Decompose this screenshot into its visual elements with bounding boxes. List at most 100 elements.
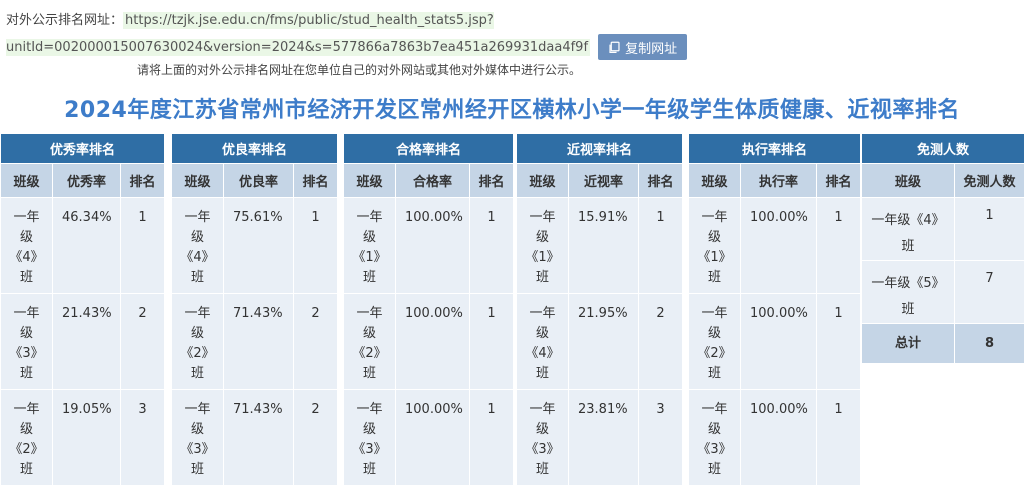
rank-cell: 2	[119, 293, 166, 390]
rate-cell: 100.00%	[740, 389, 817, 486]
column-header: 近视率	[568, 163, 639, 198]
table-row: 一年级《4》班 46.34% 1	[0, 197, 166, 294]
column-header: 班级	[861, 163, 955, 198]
rank-cell: 1	[468, 293, 515, 390]
table-caption: 近视率排名	[515, 133, 684, 164]
rate-cell: 100.00%	[740, 197, 817, 294]
class-cell: 一年级《5》班	[861, 260, 955, 324]
rank-cell: 1	[637, 197, 684, 294]
table-caption: 免测人数	[860, 133, 1024, 164]
rank-cell: 3	[637, 389, 684, 486]
page-title: 2024年度江苏省常州市经济开发区常州经开区横林小学一年级学生体质健康、近视率排…	[64, 98, 960, 123]
rate-cell: 75.61%	[223, 197, 294, 294]
column-header: 排名	[468, 163, 515, 198]
class-cell: 一年级《1》班	[343, 197, 396, 294]
rank-cell: 1	[119, 197, 166, 294]
rank-cell: 1	[815, 197, 862, 294]
class-cell: 一年级《2》班	[688, 293, 741, 390]
class-cell: 一年级《3》班	[171, 389, 224, 486]
column-header: 免测人数	[953, 163, 1024, 198]
rank-cell: 1	[468, 389, 515, 486]
publish-tip: 请将上面的对外公示排名网址在您单位自己的对外网站或其他对外媒体中进行公示。	[137, 63, 582, 77]
table-row: 一年级《2》班 100.00% 1	[343, 293, 515, 390]
table-row: 一年级《4》班 1	[861, 197, 1024, 261]
class-cell: 一年级《2》班	[0, 389, 53, 486]
column-header: 排名	[815, 163, 862, 198]
table-row: 一年级《3》班 100.00% 1	[343, 389, 515, 486]
column-header: 班级	[516, 163, 569, 198]
table-caption: 优秀率排名	[0, 133, 166, 164]
copy-url-button-label: 复制网址	[625, 41, 678, 57]
rate-cell: 100.00%	[395, 197, 470, 294]
total-count: 8	[953, 323, 1024, 364]
rate-cell: 15.91%	[568, 197, 639, 294]
rate-cell: 100.00%	[395, 389, 470, 486]
rate-cell: 46.34%	[52, 197, 121, 294]
count-cell: 7	[953, 260, 1024, 324]
column-header: 排名	[292, 163, 339, 198]
column-header: 班级	[171, 163, 224, 198]
rate-cell: 71.43%	[223, 389, 294, 486]
excellent-rate-table: 优秀率排名 班级 优秀率 排名 一年级《4》班 46.34% 1 一年级《3》班…	[0, 133, 166, 486]
copy-url-button[interactable]: 复制网址	[598, 34, 688, 60]
column-header: 合格率	[395, 163, 470, 198]
count-cell: 1	[953, 197, 1024, 261]
table-row: 一年级《5》班 7	[861, 260, 1024, 324]
table-row: 一年级《2》班 100.00% 1	[688, 293, 862, 390]
table-row: 一年级《2》班 19.05% 3	[0, 389, 166, 486]
class-cell: 一年级《3》班	[343, 389, 396, 486]
rank-cell: 1	[292, 197, 339, 294]
column-header: 排名	[637, 163, 684, 198]
table-row: 一年级《4》班 21.95% 2	[516, 293, 684, 390]
rank-cell: 3	[119, 389, 166, 486]
class-cell: 一年级《4》班	[0, 197, 53, 294]
pass-rate-table: 合格率排名 班级 合格率 排名 一年级《1》班 100.00% 1 一年级《2》…	[342, 133, 515, 486]
table-row: 一年级《3》班 21.43% 2	[0, 293, 166, 390]
class-cell: 一年级《3》班	[0, 293, 53, 390]
column-header: 执行率	[740, 163, 817, 198]
table-row: 一年级《1》班 15.91% 1	[516, 197, 684, 294]
ranking-tables: 优秀率排名 班级 优秀率 排名 一年级《4》班 46.34% 1 一年级《3》班…	[0, 133, 1024, 491]
rate-cell: 23.81%	[568, 389, 639, 486]
class-cell: 一年级《3》班	[516, 389, 569, 486]
rate-cell: 100.00%	[740, 293, 817, 390]
class-cell: 一年级《2》班	[171, 293, 224, 390]
rate-cell: 100.00%	[395, 293, 470, 390]
column-header: 排名	[119, 163, 166, 198]
column-header: 优秀率	[52, 163, 121, 198]
rate-cell: 21.43%	[52, 293, 121, 390]
class-cell: 一年级《4》班	[516, 293, 569, 390]
column-header: 优良率	[223, 163, 294, 198]
rank-cell: 2	[637, 293, 684, 390]
class-cell: 一年级《4》班	[171, 197, 224, 294]
total-label: 总计	[861, 323, 955, 364]
class-cell: 一年级《2》班	[343, 293, 396, 390]
rate-cell: 21.95%	[568, 293, 639, 390]
rank-cell: 2	[292, 389, 339, 486]
column-header: 班级	[0, 163, 53, 198]
public-url-block: 对外公示排名网址： https://tzjk.jse.edu.cn/fms/pub…	[6, 8, 1016, 61]
column-header: 班级	[688, 163, 741, 198]
table-row: 一年级《3》班 100.00% 1	[688, 389, 862, 486]
total-row: 总计 8	[861, 323, 1024, 364]
table-row: 一年级《2》班 71.43% 2	[171, 293, 339, 390]
table-row: 一年级《3》班 71.43% 2	[171, 389, 339, 486]
copy-icon	[609, 41, 620, 53]
url-label: 对外公示排名网址：	[6, 13, 124, 28]
table-caption: 执行率排名	[687, 133, 862, 164]
table-row: 一年级《4》班 75.61% 1	[171, 197, 339, 294]
class-cell: 一年级《4》班	[861, 197, 955, 261]
class-cell: 一年级《1》班	[688, 197, 741, 294]
column-header: 班级	[343, 163, 396, 198]
rank-cell: 1	[815, 389, 862, 486]
good-rate-table: 优良率排名 班级 优良率 排名 一年级《4》班 75.61% 1 一年级《2》班…	[170, 133, 339, 486]
table-caption: 优良率排名	[170, 133, 339, 164]
table-row: 一年级《1》班 100.00% 1	[343, 197, 515, 294]
exempt-count-table: 免测人数 班级 免测人数 一年级《4》班 1 一年级《5》班 7 总计 8	[860, 133, 1024, 364]
table-row: 一年级《1》班 100.00% 1	[688, 197, 862, 294]
rank-cell: 1	[468, 197, 515, 294]
rank-cell: 1	[815, 293, 862, 390]
rank-cell: 2	[292, 293, 339, 390]
table-caption: 合格率排名	[342, 133, 515, 164]
class-cell: 一年级《1》班	[516, 197, 569, 294]
